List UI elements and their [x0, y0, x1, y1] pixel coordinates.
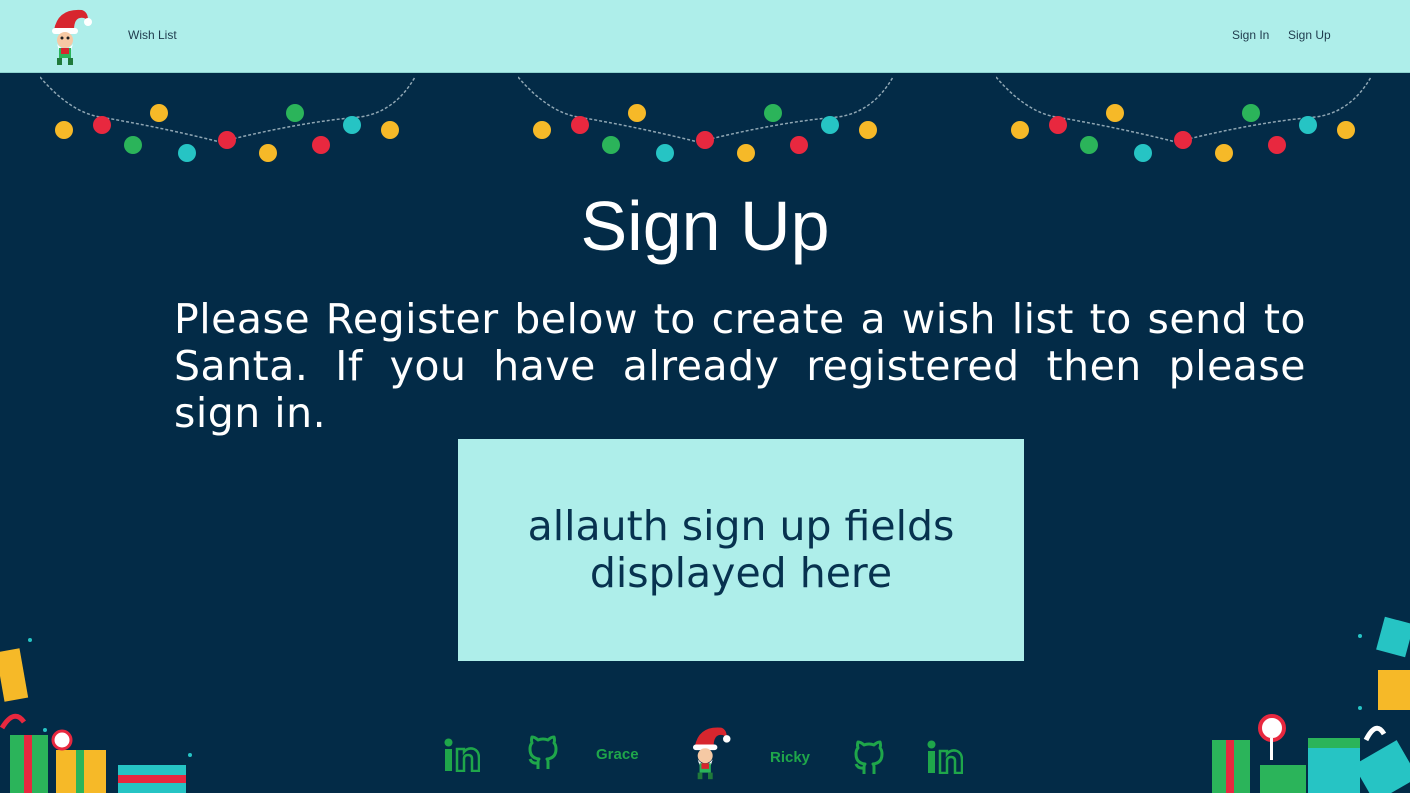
github-icon[interactable] — [852, 740, 886, 776]
string-lights-decoration — [40, 76, 416, 162]
nav-wish-list-link[interactable]: Wish List — [128, 28, 177, 42]
nav-sign-up-link[interactable]: Sign Up — [1288, 28, 1331, 42]
navbar: Wish List Sign In Sign Up — [0, 0, 1410, 73]
elf-gnome-logo-icon[interactable] — [44, 4, 92, 68]
linkedin-icon[interactable] — [927, 740, 963, 774]
string-lights-decoration — [518, 76, 894, 162]
signup-form-placeholder: allauth sign up fields displayed here — [458, 439, 1024, 661]
github-icon[interactable] — [526, 735, 560, 771]
footer-name-ricky: Ricky — [770, 749, 811, 766]
string-lights-decoration — [996, 76, 1372, 162]
nav-sign-in-link[interactable]: Sign In — [1232, 28, 1269, 42]
linkedin-icon[interactable] — [444, 738, 480, 772]
footer-name-grace: Grace — [596, 746, 639, 763]
form-placeholder-text: allauth sign up fields displayed here — [527, 502, 955, 597]
elf-gnome-icon — [693, 727, 731, 780]
gifts-decoration — [0, 638, 192, 793]
intro-text: Please Register below to create a wish l… — [174, 295, 1306, 437]
page-title: Sign Up — [580, 187, 830, 265]
gifts-decoration — [1212, 616, 1410, 793]
